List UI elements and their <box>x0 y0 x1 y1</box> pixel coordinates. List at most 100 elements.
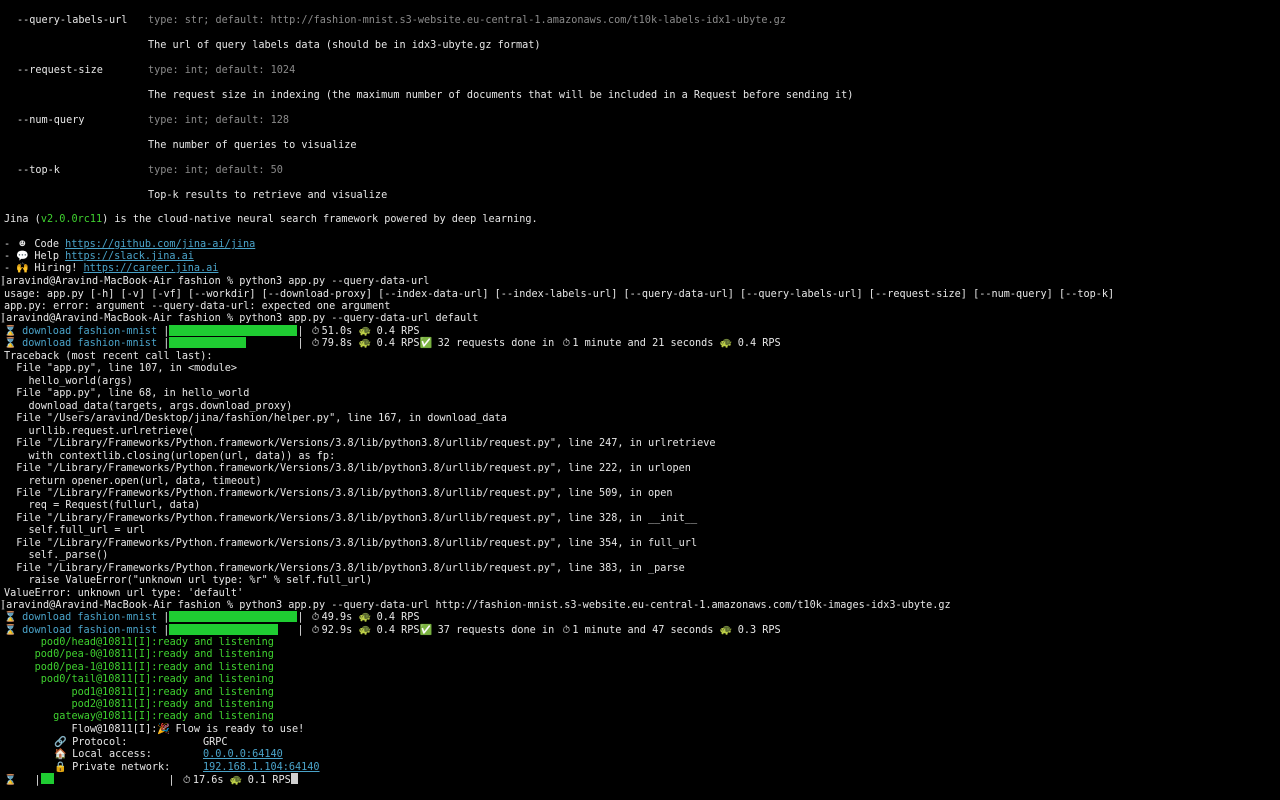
flow-ready-prefix: Flow@10811[I]: <box>4 724 158 735</box>
progress-bar <box>169 337 297 351</box>
pod-status-line: pod0/tail@10811[I]:ready and listening <box>4 674 274 686</box>
progress-row: ⌛ download fashion-mnist | | ⏱ 49.9s 🐢 0.4… <box>4 611 420 625</box>
progress-label: download fashion-mnist <box>22 338 158 349</box>
scroll-mark: ] <box>0 313 7 324</box>
link-label: Code <box>34 239 66 250</box>
traceback-line: File "/Library/Frameworks/Python.framewo… <box>4 537 698 549</box>
traceback-line: File "/Library/Frameworks/Python.framewo… <box>4 562 685 574</box>
progress-summary: 32 requests done in <box>431 338 561 349</box>
turtle-icon: 🐢 <box>719 338 733 349</box>
raised-hands-icon: 🙌 <box>16 263 29 274</box>
turtle-icon: 🐢 <box>719 625 733 636</box>
checkmark-icon: ✅ <box>419 338 433 349</box>
text-cursor[interactable] <box>290 773 298 784</box>
local-access-link[interactable]: 0.0.0.0:64140 <box>203 748 283 761</box>
party-popper-icon: 🎉 <box>157 724 171 735</box>
progress-summary-time: 1 minute and 21 seconds <box>572 338 714 349</box>
code-link[interactable]: https://github.com/jina-ai/jina <box>65 239 255 250</box>
help-flag: --num-query <box>17 115 85 126</box>
traceback-line: return opener.open(url, data, timeout) <box>4 475 262 487</box>
progress-bar-fill <box>40 773 54 784</box>
progress-time: 17.6s <box>192 775 224 786</box>
link-label: Help <box>34 251 66 262</box>
scroll-mark: ] <box>0 276 7 287</box>
pod-status-line: pod2@10811[I]:ready and listening <box>4 699 274 710</box>
progress-rps: 0.4 RPS <box>376 612 420 623</box>
help-link[interactable]: https://slack.jina.ai <box>65 251 194 262</box>
traceback-line: self._parse() <box>4 550 109 562</box>
turtle-icon: 🐢 <box>229 775 243 786</box>
help-desc: The number of queries to visualize <box>148 140 357 151</box>
help-flag: --query-labels-url <box>17 15 128 26</box>
traceback-line: raise ValueError("unknown url type: %r" … <box>4 575 373 587</box>
house-icon: 🏠 <box>54 749 67 760</box>
pod-status-line: gateway@10811[I]:ready and listening <box>4 711 274 723</box>
progress-summary: 37 requests done in <box>431 625 561 636</box>
progress-rps: 0.4 RPS <box>376 338 420 349</box>
turtle-icon: 🐢 <box>358 625 372 636</box>
flow-ready-line: Flow@10811[I]:🎉 Flow is ready to use! <box>4 723 304 736</box>
final-progress-row: ⌛ | | ⏱ 17.6s 🐢 0.1 RPS <box>4 773 298 786</box>
help-desc: Top-k results to retrieve and visualize <box>148 190 388 201</box>
progress-bar-fill <box>169 624 279 635</box>
progress-label: download fashion-mnist <box>22 625 158 636</box>
progress-rps: 0.4 RPS <box>376 625 420 636</box>
help-desc: The request size in indexing (the maximu… <box>148 90 854 101</box>
traceback-line: download_data(targets, args.download_pro… <box>4 400 293 412</box>
help-meta: type: str; default: http://fashion-mnist… <box>148 15 786 26</box>
progress-bar-empty <box>278 624 297 635</box>
hourglass-icon: ⌛ <box>4 612 17 623</box>
stopwatch-icon: ⏱ <box>562 625 571 636</box>
traceback-line: self.full_url = url <box>4 525 146 537</box>
progress-time: 51.0s <box>321 326 353 337</box>
stopwatch-icon: ⏱ <box>311 612 320 623</box>
traceback-line: with contextlib.closing(urlopen(url, dat… <box>4 450 336 462</box>
traceback-line: ValueError: unknown url type: 'default' <box>4 587 244 599</box>
traceback-line: urllib.request.urlretrieve( <box>4 425 195 437</box>
traceback-line: hello_world(args) <box>4 375 133 387</box>
hourglass-icon: ⌛ <box>4 338 17 349</box>
traceback-line: req = Request(fullurl, data) <box>4 500 201 512</box>
stopwatch-icon: ⏱ <box>182 775 191 786</box>
jina-version: v2.0.0rc11 <box>40 214 103 225</box>
traceback-line: File "app.py", line 68, in hello_world <box>4 388 250 400</box>
stopwatch-icon: ⏱ <box>562 338 571 349</box>
turtle-icon: 🐢 <box>358 612 372 623</box>
jina-pre: Jina ( <box>4 214 41 225</box>
hiring-link[interactable]: https://career.jina.ai <box>84 263 219 274</box>
pod-status-line: pod0/pea-0@10811[I]:ready and listening <box>4 649 274 661</box>
pod-status-line: pod1@10811[I]:ready and listening <box>4 686 274 698</box>
progress-bar <box>169 611 298 625</box>
pod-status-line: pod0/head@10811[I]:ready and listening <box>4 637 274 648</box>
progress-bar-fill <box>169 337 247 348</box>
flow-info-local: 🏠 Local access: <box>54 748 152 761</box>
terminal-output: --query-labels-url type: str; default: h… <box>0 0 1280 800</box>
progress-time: 79.8s <box>321 338 353 349</box>
stopwatch-icon: ⏱ <box>311 338 320 349</box>
jina-post: ) is the cloud-native neural search fram… <box>102 214 538 225</box>
traceback-line: File "/Library/Frameworks/Python.framewo… <box>4 463 691 475</box>
link-label: Hiring! <box>34 263 84 274</box>
progress-label: download fashion-mnist <box>22 326 158 337</box>
traceback-line: File "/Library/Frameworks/Python.framewo… <box>4 512 698 524</box>
traceback-line: File "app.py", line 107, in <module> <box>4 363 238 375</box>
scroll-mark: ] <box>0 600 7 611</box>
help-flag: --top-k <box>17 165 60 176</box>
pod-status-line: pod0/pea-1@10811[I]:ready and listening <box>4 661 274 673</box>
progress-rps: 0.4 RPS <box>376 326 420 337</box>
checkmark-icon: ✅ <box>419 625 433 636</box>
progress-bar-fill <box>169 611 298 622</box>
progress-summary-time: 1 minute and 47 seconds <box>572 625 714 636</box>
progress-bar <box>40 773 169 787</box>
traceback-line: Traceback (most recent call last): <box>4 351 213 362</box>
flow-ready-message: Flow is ready to use! <box>169 724 305 735</box>
progress-bar-empty <box>246 337 297 348</box>
help-meta: type: int; default: 128 <box>148 115 290 126</box>
flow-info-label: Local access: <box>72 749 152 760</box>
progress-rps: 0.1 RPS <box>247 775 291 786</box>
turtle-icon: 🐢 <box>358 338 372 349</box>
progress-bar-fill <box>169 325 298 336</box>
progress-summary-rps: 0.4 RPS <box>737 338 781 349</box>
flow-info-label: Protocol: <box>72 737 128 748</box>
help-desc: The url of query labels data (should be … <box>148 40 541 51</box>
